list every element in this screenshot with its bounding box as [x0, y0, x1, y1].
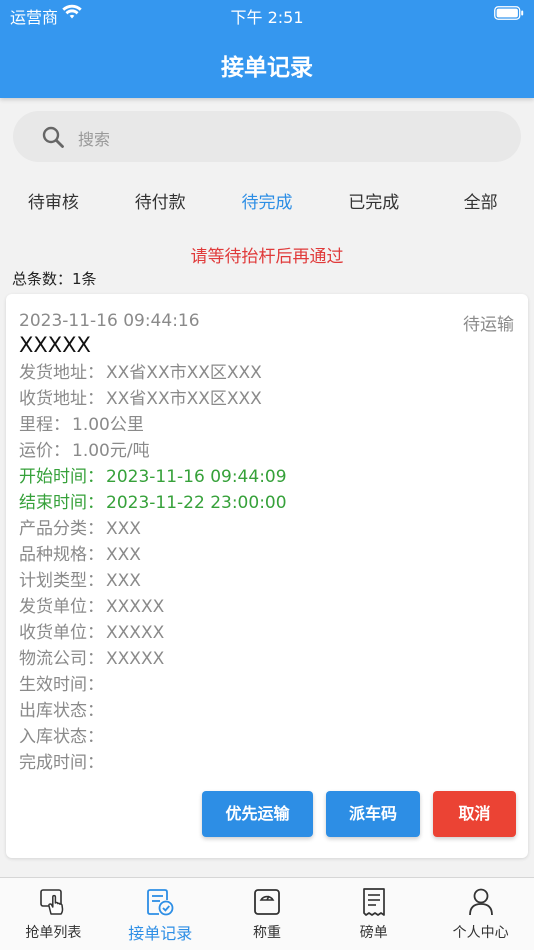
order-title: XXXXX [19, 333, 91, 357]
app-header: 运营商 下午 2:51 接单记录 [0, 0, 534, 98]
field-value: XXXXX [106, 623, 165, 643]
field-value: 1.00元/吨 [72, 441, 150, 461]
status-time: 下午 2:51 [230, 8, 304, 27]
field-label: 开始时间： [19, 467, 104, 487]
notice-message: 请等待抬杆后再通过 [190, 247, 344, 267]
page-title: 接单记录 [221, 55, 313, 81]
field-label: 发货地址： [19, 363, 104, 383]
field-label: 物流公司： [19, 649, 104, 669]
tabbar-label: 个人中心 [452, 925, 509, 941]
battery-icon [494, 6, 524, 20]
receipt-icon [362, 888, 385, 916]
field-label: 里程： [19, 415, 70, 435]
tabbar-item-order-records[interactable]: 接单记录 [107, 878, 214, 950]
field-label: 出库状态： [19, 701, 104, 721]
field-completion-time: 完成时间： [19, 748, 106, 774]
priority-transport-button[interactable]: 优先运输 [202, 791, 313, 837]
field-label: 计划类型： [19, 571, 104, 591]
order-time: 2023-11-16 09:44:16 [19, 311, 200, 331]
hand-pointer-icon [40, 889, 64, 915]
field-product-category: 产品分类： XXX [19, 514, 141, 540]
tab-all[interactable]: 全部 [427, 188, 534, 213]
field-label: 生效时间： [19, 675, 104, 695]
field-variety-spec: 品种规格： XXX [19, 540, 141, 566]
field-inbound-status: 入库状态： [19, 722, 106, 748]
field-shipper: 发货单位： XXXXX [19, 592, 164, 618]
field-plan-type: 计划类型： XXX [19, 566, 141, 592]
field-end-time: 结束时间： 2023-11-22 23:00:00 [19, 488, 287, 514]
cancel-button[interactable]: 取消 [433, 791, 516, 837]
tab-completed[interactable]: 已完成 [320, 188, 427, 213]
field-ship-address: 发货地址： XX省XX市XX区XXX [19, 358, 262, 384]
tabbar-label: 磅单 [359, 925, 388, 941]
field-outbound-status: 出库状态： [19, 696, 106, 722]
field-mileage: 里程： 1.00公里 [19, 410, 144, 436]
field-value: XXX [106, 571, 141, 591]
field-value: XXX [106, 519, 141, 539]
status-bar: 运营商 下午 2:51 [0, 0, 534, 28]
field-label: 收货地址： [19, 389, 104, 409]
order-status: 待运输 [463, 315, 514, 335]
tabbar-label: 接单记录 [128, 924, 193, 943]
tabbar-item-profile[interactable]: 个人中心 [427, 878, 534, 950]
tabbar-label: 称重 [252, 925, 281, 941]
user-icon [468, 888, 493, 916]
tabbar-label: 抢单列表 [25, 925, 82, 941]
field-effective-time: 生效时间： [19, 670, 106, 696]
field-label: 收货单位： [19, 623, 104, 643]
order-card[interactable]: 2023-11-16 09:44:16 待运输 XXXXX 发货地址： XX省XX… [6, 294, 528, 858]
field-label: 品种规格： [19, 545, 104, 565]
field-value: XXXXX [106, 597, 165, 617]
field-value: 2023-11-22 23:00:00 [106, 493, 287, 513]
field-freight-rate: 运价： 1.00元/吨 [19, 436, 150, 462]
field-label: 入库状态： [19, 727, 104, 747]
scale-icon [254, 889, 280, 915]
field-value: 2023-11-16 09:44:09 [106, 467, 287, 487]
tab-pending-payment[interactable]: 待付款 [107, 188, 214, 213]
search-icon [42, 126, 64, 148]
field-value: XX省XX市XX区XXX [106, 389, 262, 409]
field-label: 产品分类： [19, 519, 104, 539]
tabbar-item-grab-orders[interactable]: 抢单列表 [0, 878, 107, 950]
tabbar-item-weigh-bill[interactable]: 磅单 [320, 878, 427, 950]
field-receive-address: 收货地址： XX省XX市XX区XXX [19, 384, 262, 410]
field-label: 结束时间： [19, 493, 104, 513]
field-value: XX省XX市XX区XXX [106, 363, 262, 383]
field-value: 1.00公里 [72, 415, 144, 435]
tab-pending-review[interactable]: 待审核 [0, 188, 107, 213]
dispatch-code-button[interactable]: 派车码 [326, 791, 420, 837]
field-value: XXXXX [106, 649, 165, 669]
total-count: 总条数：1条 [12, 270, 97, 288]
field-logistics-company: 物流公司： XXXXX [19, 644, 164, 670]
field-value: XXX [106, 545, 141, 565]
tabbar-item-weighing[interactable]: 称重 [214, 878, 321, 950]
search-input[interactable]: 搜索 [13, 111, 521, 162]
field-label: 运价： [19, 441, 70, 461]
bottom-tab-bar: 抢单列表 接单记录 称重 磅单 个人中心 [0, 877, 534, 950]
field-receiver: 收货单位： XXXXX [19, 618, 164, 644]
status-tabs: 待审核 待付款 待完成 已完成 全部 [0, 188, 534, 228]
document-check-icon [147, 889, 174, 916]
field-label: 完成时间： [19, 753, 104, 773]
tab-pending-complete[interactable]: 待完成 [214, 188, 321, 213]
search-placeholder: 搜索 [78, 130, 111, 149]
field-start-time: 开始时间： 2023-11-16 09:44:09 [19, 462, 287, 488]
field-label: 发货单位： [19, 597, 104, 617]
